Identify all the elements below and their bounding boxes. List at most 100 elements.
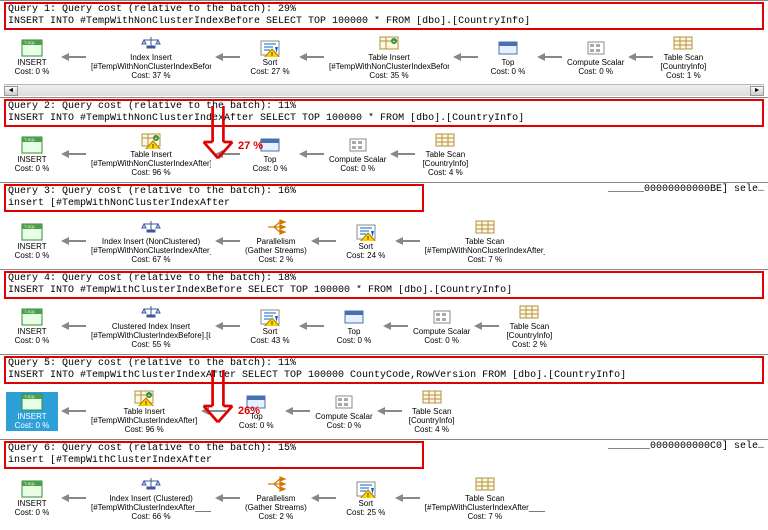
node-cost: Cost: 27 % [250, 67, 289, 76]
plan-arrow [389, 149, 417, 159]
node-sublabel: [#TempWithClusterIndexAfter______… [425, 503, 545, 512]
plan-node-compute[interactable]: Compute ScalarCost: 0 % [412, 308, 471, 345]
node-label: Table Scan [510, 322, 550, 331]
node-cost: Cost: 0 % [491, 67, 526, 76]
truncated-text: ______00000000000BE] sele… [608, 184, 764, 195]
plan-node-sql[interactable]: T-SQLINSERTCost: 0 % [6, 392, 58, 431]
plan-node-scale[interactable]: Index Insert (Clustered)[#TempWithCluste… [90, 475, 212, 521]
node-sublabel: [#TempWithNonClusterIndexAfter____… [91, 246, 211, 255]
plan-arrow [310, 236, 338, 246]
node-cost: Cost: 25 % [346, 508, 385, 517]
horizontal-scrollbar[interactable]: ◄► [4, 84, 764, 96]
plan-node-sort[interactable]: !SortCost: 25 % [340, 480, 392, 517]
tableinsert-icon: +! [133, 388, 155, 406]
svg-text:+: + [155, 136, 158, 142]
node-label: Table Scan [426, 150, 466, 159]
query-block-2: Query 2: Query cost (relative to the bat… [0, 97, 768, 182]
sql-icon: T-SQL [21, 393, 43, 411]
plan-node-tablescan[interactable]: Table Scan[CountryInfo]Cost: 4 % [419, 131, 471, 177]
plan-arrow [376, 406, 404, 416]
plan-node-top[interactable]: TopCost: 0 % [482, 39, 534, 76]
plan-node-compute[interactable]: Compute ScalarCost: 0 % [566, 39, 625, 76]
plan-row[interactable]: T-SQLINSERTCost: 0 % +!Table Insert[#Temp… [4, 384, 764, 438]
sql-icon: T-SQL [21, 480, 43, 498]
plan-node-compute[interactable]: Compute ScalarCost: 0 % [328, 136, 387, 173]
node-label: Index Insert [130, 53, 172, 62]
query-header: Query 2: Query cost (relative to the bat… [8, 101, 760, 113]
plan-node-tablescan[interactable]: Table Scan[CountryInfo]Cost: 2 % [503, 303, 555, 349]
plan-arrow [60, 52, 88, 62]
query-block-1: Query 1: Query cost (relative to the bat… [0, 0, 768, 97]
highlight-box: Query 1: Query cost (relative to the bat… [4, 2, 764, 30]
plan-node-sql[interactable]: T-SQLINSERTCost: 0 % [6, 308, 58, 345]
node-cost: Cost: 0 % [15, 508, 50, 517]
plan-node-scale[interactable]: Clustered Index Insert[#TempWithClusterI… [90, 303, 212, 349]
query-sql-text: INSERT INTO #TempWithClusterIndexAfter S… [8, 370, 760, 382]
plan-arrow [60, 149, 88, 159]
node-cost: Cost: 0 % [15, 67, 50, 76]
plan-node-scale[interactable]: Index Insert (NonClustered)[#TempWithNon… [90, 218, 212, 264]
plan-node-parallel[interactable]: Parallelism(Gather Streams)Cost: 2 % [244, 218, 308, 264]
highlight-box: Query 3: Query cost (relative to the bat… [4, 184, 424, 212]
parallel-icon [265, 475, 287, 493]
plan-row[interactable]: T-SQLINSERTCost: 0 %+!Table Insert[#Temp… [4, 127, 764, 181]
plan-node-sql[interactable]: T-SQLINSERTCost: 0 % [6, 480, 58, 517]
plan-arrow [473, 321, 501, 331]
query-block-6: Query 6: Query cost (relative to the bat… [0, 439, 768, 526]
node-label: Table Scan [465, 494, 505, 503]
node-label: Top [502, 58, 515, 67]
query-sql-text: INSERT INTO #TempWithNonClusterIndexAfte… [8, 113, 760, 125]
plan-node-tableinsert[interactable]: +!Table Insert[#TempWithClusterIndexAfte… [90, 388, 198, 434]
plan-node-sql[interactable]: T-SQLINSERTCost: 0 % [6, 39, 58, 76]
node-label: INSERT [17, 412, 46, 421]
plan-arrow [214, 321, 242, 331]
plan-node-sort[interactable]: !SortCost: 27 % [244, 39, 296, 76]
scale-icon [140, 475, 162, 493]
plan-node-sql[interactable]: T-SQLINSERTCost: 0 % [6, 136, 58, 173]
plan-node-tablescan[interactable]: Table Scan[CountryInfo]Cost: 1 % [657, 34, 709, 80]
node-sublabel: [#TempWithNonClusterIndexBefore] [329, 62, 449, 71]
node-cost: Cost: 0 % [15, 336, 50, 345]
plan-arrow [214, 52, 242, 62]
svg-text:T-SQL: T-SQL [24, 481, 36, 486]
plan-node-tablescan[interactable]: Table Scan[#TempWithNonClusterIndexAfter… [424, 218, 546, 264]
plan-node-sql[interactable]: T-SQLINSERTCost: 0 % [6, 223, 58, 260]
node-sublabel: (Gather Streams) [245, 503, 307, 512]
plan-node-tablescan[interactable]: Table Scan[CountryInfo]Cost: 4 % [406, 388, 458, 434]
node-cost: Cost: 24 % [346, 251, 385, 260]
node-label: Parallelism [256, 494, 295, 503]
parallel-icon [265, 218, 287, 236]
compute-icon [585, 39, 607, 57]
scroll-left-button[interactable]: ◄ [4, 86, 18, 96]
plan-row[interactable]: T-SQLINSERTCost: 0 % Clustered Index Inse… [4, 299, 764, 353]
tableinsert-icon: +! [140, 131, 162, 149]
node-label: Index Insert (NonClustered) [102, 237, 200, 246]
plan-node-sort[interactable]: !SortCost: 24 % [340, 223, 392, 260]
plan-node-tableinsert[interactable]: +!Table Insert[#TempWithNonClusterIndexA… [90, 131, 212, 177]
scale-icon [140, 34, 162, 52]
node-label: INSERT [17, 155, 46, 164]
plan-node-compute[interactable]: Compute ScalarCost: 0 % [314, 393, 373, 430]
node-cost: Cost: 43 % [250, 336, 289, 345]
tablescan-icon [434, 131, 456, 149]
plan-arrow [627, 52, 655, 62]
plan-node-sort[interactable]: !SortCost: 43 % [244, 308, 296, 345]
plan-row[interactable]: T-SQLINSERTCost: 0 % Index Insert (Cluste… [4, 471, 764, 525]
plan-row[interactable]: T-SQLINSERTCost: 0 %Index Insert[#TempWi… [4, 30, 764, 84]
node-cost: Cost: 7 % [467, 255, 502, 264]
node-label: Sort [358, 499, 373, 508]
scroll-right-button[interactable]: ► [750, 86, 764, 96]
plan-node-tablescan[interactable]: Table Scan[#TempWithClusterIndexAfter___… [424, 475, 546, 521]
plan-node-parallel[interactable]: Parallelism(Gather Streams)Cost: 2 % [244, 475, 308, 521]
plan-arrow [298, 321, 326, 331]
svg-text:T-SQL: T-SQL [24, 137, 36, 142]
sort-icon: ! [259, 308, 281, 326]
plan-arrow [382, 321, 410, 331]
plan-node-scale[interactable]: Index Insert[#TempWithNonClusterIndexBef… [90, 34, 212, 80]
plan-node-top[interactable]: TopCost: 0 % [328, 308, 380, 345]
plan-row[interactable]: T-SQLINSERTCost: 0 % Index Insert (NonClu… [4, 214, 764, 268]
compute-icon [333, 393, 355, 411]
highlight-box: Query 4: Query cost (relative to the bat… [4, 271, 764, 299]
node-sublabel: [#TempWithClusterIndexAfter______… [91, 503, 211, 512]
plan-node-tableinsert[interactable]: +Table Insert[#TempWithNonClusterIndexBe… [328, 34, 450, 80]
